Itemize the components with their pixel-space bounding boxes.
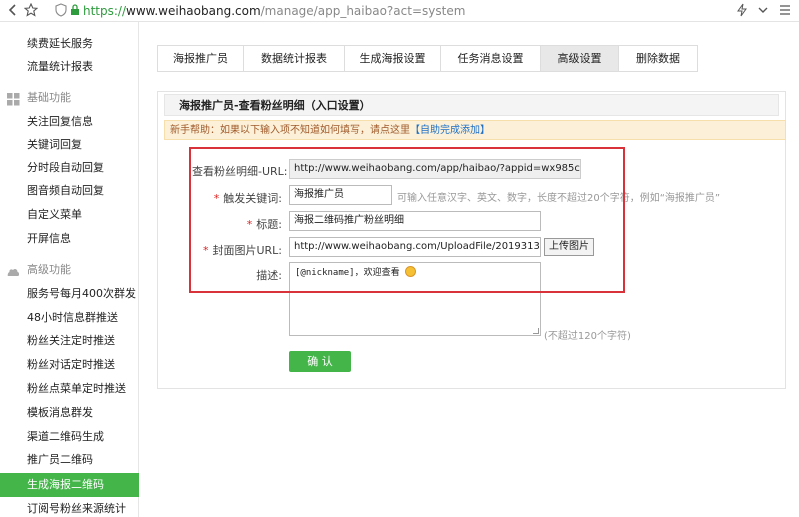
sidebar-section-label: 基础功能 — [27, 91, 71, 104]
browser-address-bar: https://www.weihaobang.com/manage/app_ha… — [0, 0, 799, 22]
shield-icon — [55, 3, 67, 22]
cloud-icon — [7, 263, 20, 276]
sidebar-item-label: 服务号每月400次群发 — [27, 287, 136, 300]
sidebar-item-label: 推广员二维码 — [27, 453, 93, 466]
sidebar-item-label: 分时段自动回复 — [27, 161, 104, 174]
sidebar-item-poster-qr[interactable]: 生成海报二维码 — [0, 473, 139, 497]
lightning-icon[interactable] — [736, 3, 748, 22]
sidebar-item-menu-push[interactable]: 粉丝点菜单定时推送 — [0, 377, 139, 401]
sidebar-item-label: 图音频自动回复 — [27, 184, 104, 197]
sidebar-item-chat-push[interactable]: 粉丝对话定时推送 — [0, 353, 139, 377]
sidebar-item-label: 模板消息群发 — [27, 406, 93, 419]
chevron-left-icon[interactable] — [6, 3, 20, 22]
notice-link[interactable]: 【自助完成添加】 — [410, 125, 490, 136]
desc-field-label: 描述: — [192, 267, 282, 283]
keyword-hint: 可输入任意汉字、英文、数字，长度不超过20个字符，例如“海报推广员” — [397, 193, 721, 204]
sidebar-item-template-msg[interactable]: 模板消息群发 — [0, 401, 139, 425]
sidebar-item-label: 关键词回复 — [27, 138, 82, 151]
label-text: 描述: — [256, 269, 282, 282]
sidebar-item-label: 自定义菜单 — [27, 208, 82, 221]
sidebar-item-label: 48小时信息群推送 — [27, 311, 118, 324]
sidebar-item-renewal[interactable]: 续费延长服务 — [0, 32, 139, 56]
keyword-field-label: * 触发关键词: — [192, 190, 282, 206]
url-path: /manage/app_haibao?act=system — [260, 4, 466, 18]
url-field-label: 查看粉丝明细-URL: — [192, 163, 288, 179]
label-text: 查看粉丝明细-URL: — [192, 165, 288, 178]
confirm-button[interactable]: 确 认 — [289, 351, 351, 372]
sidebar-item-label: 流量统计报表 — [27, 60, 93, 73]
required-mark: * — [202, 244, 209, 257]
chevron-down-icon[interactable] — [757, 3, 769, 22]
sidebar-item-splash[interactable]: 开屏信息 — [0, 227, 139, 251]
more-icon[interactable] — [779, 3, 791, 22]
label-text: 触发关键词: — [223, 192, 282, 205]
url-text[interactable]: https://www.weihaobang.com/manage/app_ha… — [83, 3, 465, 19]
title-field-label: * 标题: — [192, 216, 282, 232]
cover-image-url-input[interactable]: http://www.weihaobang.com/UploadFile/201… — [289, 237, 541, 257]
sidebar-item-label: 开屏信息 — [27, 232, 71, 245]
panel-title: 海报推广员-查看粉丝明细（入口设置） — [164, 94, 779, 116]
title-input[interactable]: 海报二维码推广粉丝明细 — [289, 211, 541, 231]
description-hint: (不超过120个字符) — [544, 331, 631, 342]
sidebar-item-fan-source[interactable]: 订阅号粉丝来源统计 — [0, 497, 139, 517]
sidebar-item-label: 续费延长服务 — [27, 37, 93, 50]
tab-advanced-settings[interactable]: 高级设置 — [540, 45, 618, 72]
required-mark: * — [246, 218, 253, 231]
url-scheme: https:// — [83, 4, 127, 18]
required-mark: * — [213, 192, 220, 205]
cover-field-label: * 封面图片URL: — [192, 242, 282, 258]
sidebar-item-label: 渠道二维码生成 — [27, 430, 104, 443]
sidebar-item-mass-send[interactable]: 服务号每月400次群发 — [0, 282, 139, 306]
resize-handle-icon[interactable] — [533, 328, 539, 334]
upload-image-button[interactable]: 上传图片 — [544, 238, 594, 256]
keyword-input[interactable]: 海报推广员 — [289, 185, 392, 205]
sidebar-item-48h-push[interactable]: 48小时信息群推送 — [0, 306, 139, 330]
url-domain: www.weihaobang.com — [126, 4, 261, 18]
sidebar-item-follow-push[interactable]: 粉丝关注定时推送 — [0, 329, 139, 353]
lock-icon — [70, 3, 80, 21]
sidebar-item-time-reply[interactable]: 分时段自动回复 — [0, 156, 139, 180]
sidebar-item-custom-menu[interactable]: 自定义菜单 — [0, 203, 139, 227]
sidebar-item-promoter-qr[interactable]: 推广员二维码 — [0, 448, 139, 472]
sidebar-item-media-reply[interactable]: 图音频自动回复 — [0, 179, 139, 203]
label-text: 封面图片URL: — [212, 244, 282, 257]
sidebar-item-label: 粉丝点菜单定时推送 — [27, 382, 126, 395]
sidebar-item-label: 订阅号粉丝来源统计 — [27, 502, 126, 515]
smiley-emoji-icon — [405, 266, 417, 277]
sidebar-item-label: 关注回复信息 — [27, 115, 93, 128]
label-text: 标题: — [256, 218, 282, 231]
star-icon[interactable] — [23, 2, 39, 22]
fan-detail-url-field[interactable]: http://www.weihaobang.com/app/haibao/?ap… — [289, 159, 581, 179]
sidebar-item-label: 粉丝关注定时推送 — [27, 334, 115, 347]
sidebar-item-label: 生成海报二维码 — [27, 478, 104, 491]
description-text: [@nickname]，欢迎查看 — [295, 268, 400, 278]
description-textarea[interactable]: [@nickname]，欢迎查看 — [289, 262, 541, 336]
sidebar: 续费延长服务 流量统计报表 基础功能 关注回复信息 关键词回复 分时段自动回复 … — [0, 22, 139, 517]
sidebar-item-channel-qr[interactable]: 渠道二维码生成 — [0, 425, 139, 449]
sidebar-item-follow-reply[interactable]: 关注回复信息 — [0, 110, 139, 134]
notice-text: 新手帮助：如果以下输入项不知道如何填写，请点这里 — [170, 125, 410, 136]
tab-poster-promoter[interactable]: 海报推广员 — [157, 45, 243, 72]
tab-task-message[interactable]: 任务消息设置 — [440, 45, 540, 72]
sidebar-item-traffic-stats[interactable]: 流量统计报表 — [0, 55, 139, 79]
tab-delete-data[interactable]: 删除数据 — [618, 45, 698, 72]
tab-bar: 海报推广员 数据统计报表 生成海报设置 任务消息设置 高级设置 删除数据 — [157, 45, 698, 72]
tab-data-stats[interactable]: 数据统计报表 — [243, 45, 344, 72]
grid-icon — [7, 91, 20, 106]
help-notice: 新手帮助：如果以下输入项不知道如何填写，请点这里【自助完成添加】 — [164, 120, 786, 140]
sidebar-section-label: 高级功能 — [27, 263, 71, 276]
tab-poster-settings[interactable]: 生成海报设置 — [344, 45, 440, 72]
sidebar-section-advanced: 高级功能 — [0, 258, 139, 282]
sidebar-item-label: 粉丝对话定时推送 — [27, 358, 115, 371]
sidebar-item-keyword-reply[interactable]: 关键词回复 — [0, 133, 139, 157]
sidebar-section-basic: 基础功能 — [0, 86, 139, 110]
